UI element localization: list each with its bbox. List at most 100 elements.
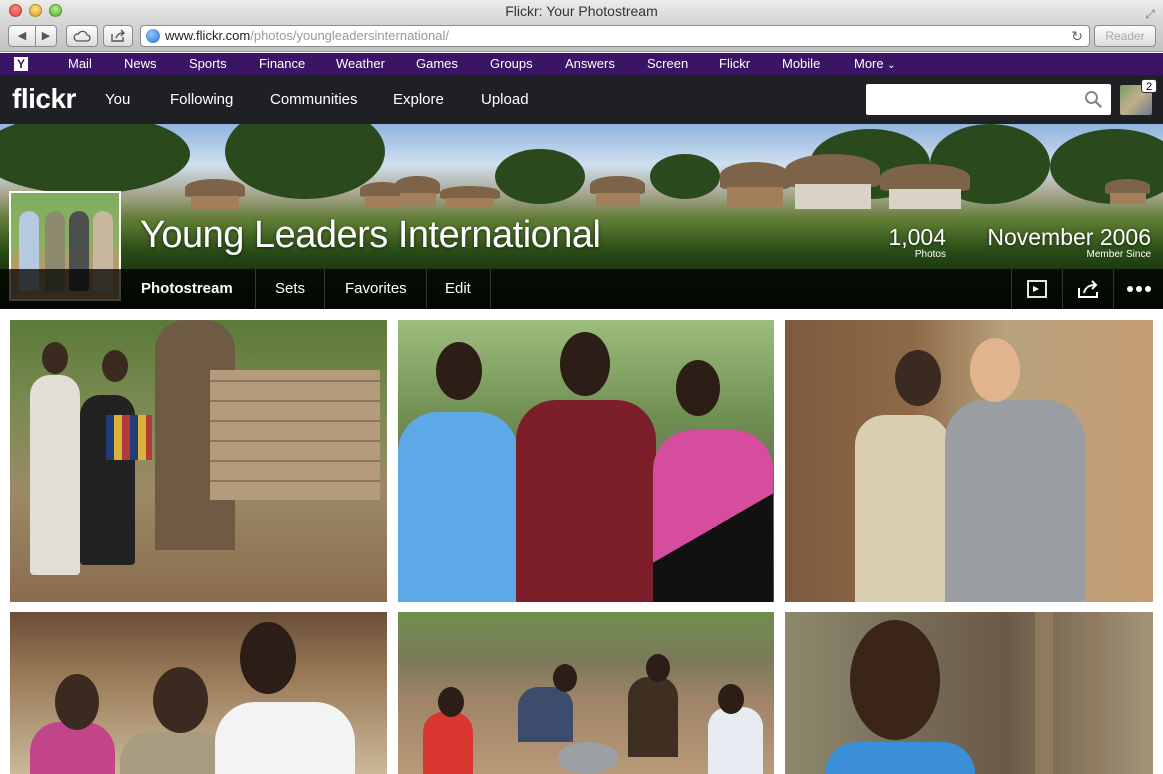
cover-hut [185,179,245,209]
photo-person [945,400,1085,602]
more-options-button[interactable] [1113,269,1163,309]
share-button[interactable] [103,25,133,47]
icloud-tabs-button[interactable] [66,25,98,47]
yahoo-link-screen[interactable]: Screen [647,53,688,75]
minimize-window-icon[interactable] [29,4,42,17]
window-titlebar: Flickr: Your Photostream ⤢ [0,0,1163,22]
photo-person-head [42,342,68,374]
url-host: www.flickr.com [165,28,251,43]
photo-pole [1085,612,1099,774]
browser-toolbar: ◀ ▶ www.flickr.com/photos/youngleadersin… [0,22,1163,52]
photo-person-head [646,654,670,682]
slideshow-icon [1027,280,1047,298]
cover-hut [720,162,790,207]
globe-icon [146,29,160,43]
yahoo-link-mobile[interactable]: Mobile [782,53,820,75]
cover-hut [440,186,500,208]
cover-hut [880,164,970,209]
more-label: More [854,56,884,71]
url-path: /photos/youngleadersinternational/ [250,28,449,43]
yahoo-link-answers[interactable]: Answers [565,53,615,75]
photo-pot [558,742,618,774]
slideshow-button[interactable] [1011,269,1061,309]
flickr-nav: flickr You Following Communities Explore… [0,75,1163,124]
member-since-label: Member Since [1086,249,1151,260]
photo-thumbnail[interactable] [10,612,387,774]
yahoo-link-more[interactable]: More ⌄ [854,53,896,77]
flickr-logo[interactable]: flickr [12,83,76,115]
yahoo-link-mail[interactable]: Mail [68,53,92,75]
photo-person-head [102,350,128,382]
yahoo-link-games[interactable]: Games [416,53,458,75]
photo-person [30,722,115,774]
search-input[interactable] [866,84,1111,115]
yahoo-link-weather[interactable]: Weather [336,53,385,75]
photo-thumbnail[interactable] [785,612,1153,774]
cover-tree [650,154,720,199]
tab-edit[interactable]: Edit [426,269,491,309]
yahoo-link-sports[interactable]: Sports [189,53,227,75]
cover-tree [495,149,585,204]
photo-thumbnail[interactable] [10,320,387,602]
yahoo-link-news[interactable]: News [124,53,157,75]
nav-explore[interactable]: Explore [393,75,444,124]
photostream-subnav: Photostream Sets Favorites Edit [0,269,1163,309]
address-bar[interactable]: www.flickr.com/photos/youngleadersintern… [140,25,1090,47]
photo-person-head [560,332,610,396]
photo-person-head [895,350,941,406]
forward-button[interactable]: ▶ [35,25,57,47]
reload-icon[interactable]: ↻ [1071,26,1083,46]
photo-person [423,712,473,774]
cover-hut [785,154,880,209]
photo-thumbnail[interactable] [398,612,774,774]
photo-person [516,400,656,602]
photo-person [398,412,518,602]
photo-thumbnail[interactable] [785,320,1153,602]
photo-bag [106,415,152,460]
photos-label: Photos [914,249,946,260]
notification-badge[interactable]: 2 [1141,79,1157,93]
reader-button[interactable]: Reader [1094,25,1156,47]
photo-person-head [676,360,720,416]
yahoo-link-flickr[interactable]: Flickr [719,53,750,75]
back-button[interactable]: ◀ [8,25,36,47]
photo-person [628,677,678,757]
photo-person [855,415,950,602]
photo-person [120,732,230,774]
photo-bricks [210,370,380,500]
share-profile-button[interactable] [1062,269,1112,309]
nav-communities[interactable]: Communities [270,75,358,124]
search-icon[interactable] [1084,90,1102,108]
nav-following[interactable]: Following [170,75,233,124]
photo-person [518,687,573,742]
cover-hut [1105,179,1150,204]
tab-sets[interactable]: Sets [256,269,326,309]
cover-hut [590,176,645,206]
photo-person-head [850,620,940,740]
zoom-window-icon[interactable] [49,4,62,17]
photo-person-head [240,622,296,694]
yahoo-bar: Y Mail News Sports Finance Weather Games… [0,53,1163,75]
tab-favorites[interactable]: Favorites [326,269,427,309]
photo-person [825,742,975,774]
photo-person-head [718,684,744,714]
close-window-icon[interactable] [9,4,22,17]
photo-person-head [436,342,482,400]
browser-window: Flickr: Your Photostream ⤢ ◀ ▶ www.flick… [0,0,1163,774]
cover-tree [0,124,190,194]
photos-count: 1,004 [888,224,946,250]
share-icon [111,29,125,42]
member-since-date: November 2006 [987,224,1151,250]
photo-person-head [438,687,464,717]
profile-name: Young Leaders International [140,214,601,256]
yahoo-link-finance[interactable]: Finance [259,53,305,75]
nav-you[interactable]: You [105,75,130,124]
nav-upload[interactable]: Upload [481,75,529,124]
photo-pole [1035,612,1053,774]
photo-person-head [153,667,208,733]
tab-photostream[interactable]: Photostream [122,269,256,309]
photo-thumbnail[interactable] [398,320,774,602]
window-title: Flickr: Your Photostream [505,3,658,19]
yahoo-logo[interactable]: Y [14,57,28,71]
yahoo-link-groups[interactable]: Groups [490,53,533,75]
